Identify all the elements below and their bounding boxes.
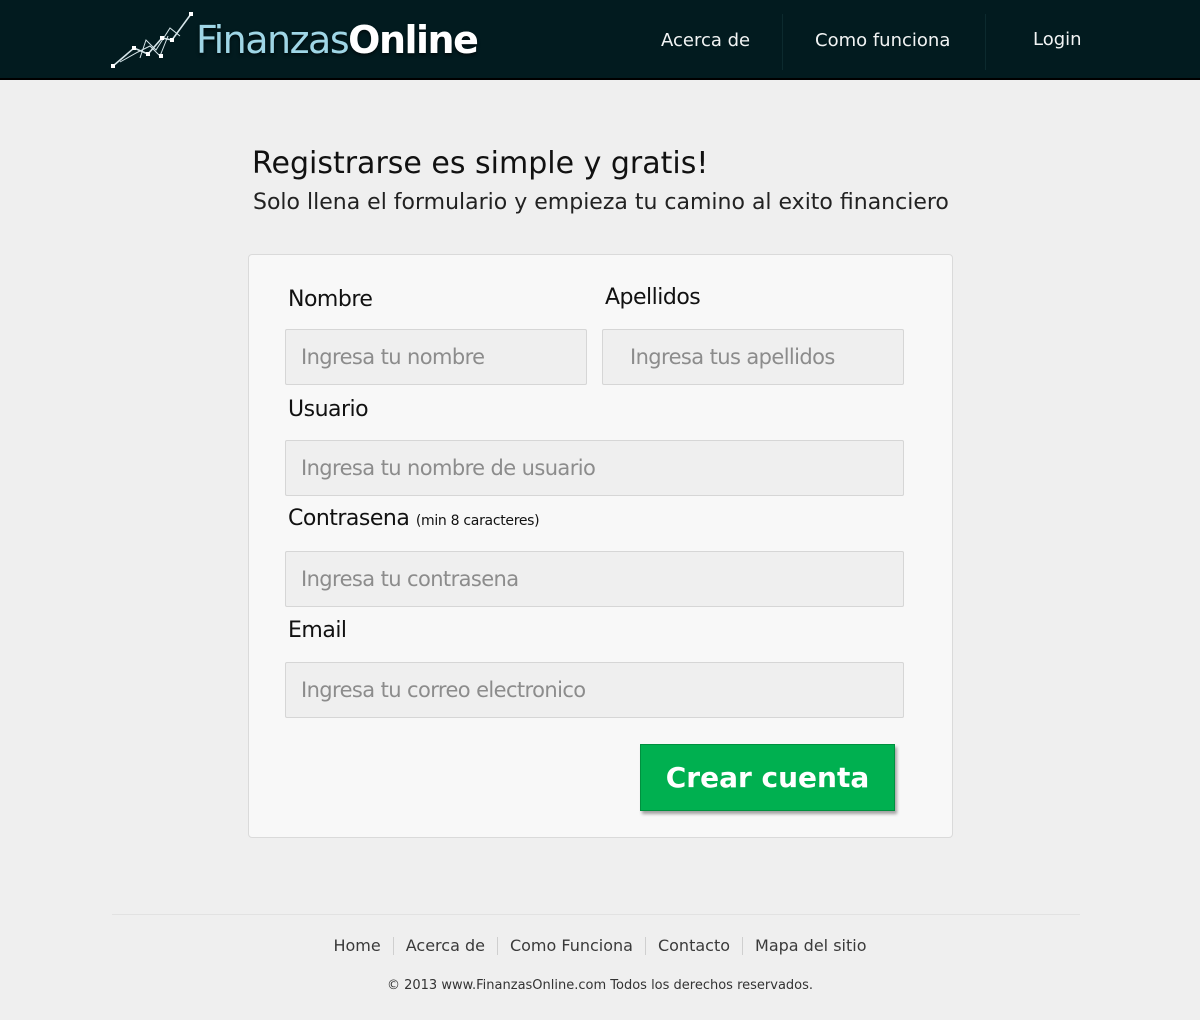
nombre-label: Nombre bbox=[288, 287, 373, 312]
footer-link-mapa-del-sitio[interactable]: Mapa del sitio bbox=[743, 936, 878, 955]
copyright-text: © 2013 www.FinanzasOnline.com Todos los … bbox=[386, 978, 814, 993]
nav-item-login: Login bbox=[1033, 0, 1082, 78]
apellidos-label: Apellidos bbox=[605, 285, 701, 310]
logo-part-finanzas: Finanzas bbox=[196, 18, 350, 62]
contrasena-label: Contrasena (min 8 caracteres) bbox=[288, 506, 540, 531]
crear-cuenta-button[interactable]: Crear cuenta bbox=[640, 744, 895, 811]
footer-link-home[interactable]: Home bbox=[321, 936, 392, 955]
nav-link-como-funciona[interactable]: Como funciona bbox=[815, 30, 950, 51]
site-logo[interactable]: FinanzasOnline bbox=[110, 10, 479, 70]
usuario-input[interactable] bbox=[285, 440, 904, 496]
contrasena-input[interactable] bbox=[285, 551, 904, 607]
email-input[interactable] bbox=[285, 662, 904, 718]
email-label: Email bbox=[288, 618, 347, 643]
nav-link-acerca-de[interactable]: Acerca de bbox=[661, 30, 750, 51]
nav-divider bbox=[782, 14, 783, 70]
logo-part-online: Online bbox=[348, 18, 479, 62]
logo-wordmark: FinanzasOnline bbox=[196, 18, 479, 62]
contrasena-label-text: Contrasena bbox=[288, 506, 410, 531]
page-subtitle: Solo llena el formulario y empieza tu ca… bbox=[253, 190, 949, 215]
footer-nav: Home Acerca de Como Funciona Contacto Ma… bbox=[0, 936, 1200, 955]
page-title: Registrarse es simple y gratis! bbox=[252, 146, 709, 181]
registration-form: Nombre Apellidos Usuario Contrasena (min… bbox=[248, 254, 953, 838]
footer-link-acerca-de[interactable]: Acerca de bbox=[394, 936, 497, 955]
contrasena-hint: (min 8 caracteres) bbox=[415, 513, 540, 529]
nav-item-como-funciona: Como funciona bbox=[815, 0, 950, 80]
footer-link-contacto[interactable]: Contacto bbox=[646, 936, 742, 955]
nav-item-acerca-de: Acerca de bbox=[661, 0, 750, 80]
footer-divider bbox=[112, 914, 1080, 915]
usuario-label: Usuario bbox=[288, 397, 369, 422]
apellidos-input[interactable] bbox=[602, 329, 904, 385]
trend-chart-icon bbox=[111, 12, 193, 68]
top-navbar: FinanzasOnline Acerca de Como funciona L… bbox=[0, 0, 1200, 80]
nombre-input[interactable] bbox=[285, 329, 587, 385]
nav-divider bbox=[985, 14, 986, 70]
footer-link-como-funciona[interactable]: Como Funciona bbox=[498, 936, 645, 955]
nav-link-login[interactable]: Login bbox=[1033, 29, 1082, 50]
